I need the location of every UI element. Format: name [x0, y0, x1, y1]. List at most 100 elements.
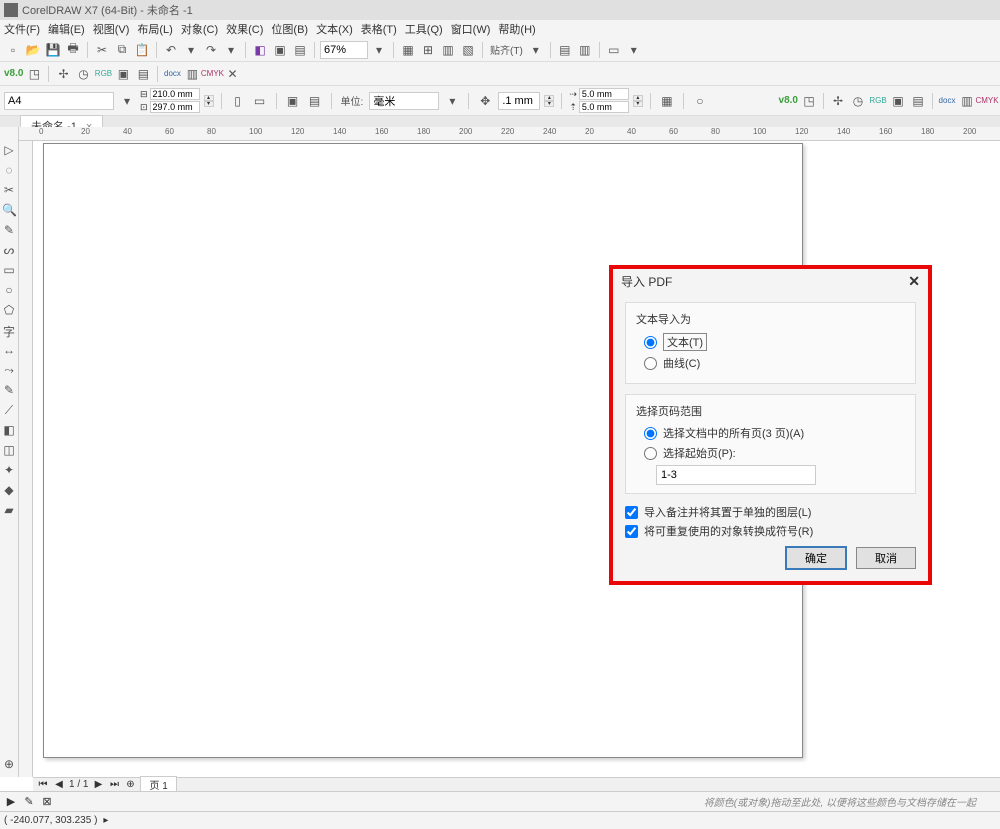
app-launcher-dropdown-icon[interactable]: ▾: [625, 41, 643, 59]
checkbox-comments[interactable]: [625, 506, 638, 519]
plugin2-icon-2[interactable]: ✢: [829, 92, 847, 110]
outline-none-icon[interactable]: ✎: [22, 795, 36, 809]
rulers-icon[interactable]: ⊞: [419, 41, 437, 59]
fill-tool-icon[interactable]: ▰: [2, 503, 16, 517]
plugin-icon-5[interactable]: ▤: [134, 65, 152, 83]
fullscreen-icon[interactable]: ▦: [399, 41, 417, 59]
menu-bitmap[interactable]: 位图(B): [271, 21, 308, 37]
options-icon[interactable]: ○: [691, 92, 709, 110]
zoom-input[interactable]: [320, 41, 368, 59]
dialog-close-icon[interactable]: ✕: [908, 273, 920, 290]
plugin2-icon-3[interactable]: ◷: [849, 92, 867, 110]
import-icon[interactable]: ◧: [251, 41, 269, 59]
print-icon[interactable]: 🖶: [64, 41, 82, 59]
dim-spinner[interactable]: ▴▾: [204, 95, 214, 107]
open-icon[interactable]: 📂: [24, 41, 42, 59]
undo-dropdown-icon[interactable]: ▾: [182, 41, 200, 59]
transparency-tool-icon[interactable]: ◫: [2, 443, 16, 457]
dropper-tool-icon[interactable]: ⟋: [2, 403, 16, 417]
snap-dropdown-icon[interactable]: ▾: [527, 41, 545, 59]
new-icon[interactable]: ▫: [4, 41, 22, 59]
menu-text[interactable]: 文本(X): [316, 21, 353, 37]
connector-tool-icon[interactable]: ⤳: [2, 363, 16, 377]
shape-tool-icon[interactable]: ◌: [2, 163, 16, 177]
menu-window[interactable]: 窗口(W): [451, 21, 491, 37]
next-page-icon[interactable]: ▶: [92, 779, 104, 790]
no-fill-icon[interactable]: ▶: [4, 795, 18, 809]
eyedropper-tool-icon[interactable]: ✦: [2, 463, 16, 477]
add-page-icon[interactable]: ⊕: [124, 779, 136, 790]
paste-icon[interactable]: 📋: [133, 41, 151, 59]
radio-allpages[interactable]: [644, 427, 657, 440]
menu-view[interactable]: 视图(V): [93, 21, 130, 37]
text-tool-icon[interactable]: 字: [2, 323, 16, 337]
page-width-input[interactable]: [150, 88, 200, 100]
plugin2-icon-1[interactable]: ◳: [800, 92, 818, 110]
dup-x-input[interactable]: [579, 88, 629, 100]
page-height-input[interactable]: [150, 101, 200, 113]
outline-tool-icon[interactable]: ◆: [2, 483, 16, 497]
cancel-button[interactable]: 取消: [856, 547, 916, 569]
pagesize-select[interactable]: [4, 92, 114, 110]
dup-spinner[interactable]: ▴▾: [633, 95, 643, 107]
treat-as-filled-icon[interactable]: ▦: [658, 92, 676, 110]
color-none-icon[interactable]: ⊠: [40, 795, 54, 809]
plugin-icon-1[interactable]: ◳: [25, 65, 43, 83]
last-page-icon[interactable]: ⏭: [108, 779, 120, 790]
unit-select[interactable]: [369, 92, 439, 110]
zoom-dropdown-icon[interactable]: ▾: [370, 41, 388, 59]
quick-customize-icon[interactable]: ⊕: [2, 757, 16, 771]
nudge-spinner[interactable]: ▴▾: [544, 95, 554, 107]
menu-table[interactable]: 表格(T): [361, 21, 397, 37]
radio-text[interactable]: [644, 336, 657, 349]
zoom-tool-icon[interactable]: 🔍: [2, 203, 16, 217]
ellipse-tool-icon[interactable]: ○: [2, 283, 16, 297]
unit-dropdown-icon[interactable]: ▾: [443, 92, 461, 110]
app-launcher-icon[interactable]: ▭: [605, 41, 623, 59]
plugin-rgb-icon[interactable]: RGB: [94, 65, 112, 83]
undo-icon[interactable]: ↶: [162, 41, 180, 59]
landscape-icon[interactable]: ▭: [251, 92, 269, 110]
menu-edit[interactable]: 编辑(E): [48, 21, 85, 37]
launch-icon[interactable]: ▥: [576, 41, 594, 59]
radio-startpage[interactable]: [644, 447, 657, 460]
plugin2-icon-5[interactable]: ▤: [909, 92, 927, 110]
currentpage-icon[interactable]: ▤: [306, 92, 324, 110]
portrait-icon[interactable]: ▯: [229, 92, 247, 110]
crop-tool-icon[interactable]: ✂: [2, 183, 16, 197]
nudge-input[interactable]: [498, 92, 540, 110]
page-range-input[interactable]: [656, 465, 816, 485]
plugin-cmyk-icon[interactable]: CMYK: [203, 65, 221, 83]
edit-fill-tool-icon[interactable]: ✎: [2, 383, 16, 397]
plugin-barcode-icon[interactable]: ▥: [183, 65, 201, 83]
plugin2-cmyk-icon[interactable]: CMYK: [978, 92, 996, 110]
plugin-icon-3[interactable]: ◷: [74, 65, 92, 83]
pick-tool-icon[interactable]: ▷: [2, 143, 16, 157]
plugin-icon-2[interactable]: ✢: [54, 65, 72, 83]
options-icon[interactable]: ▤: [556, 41, 574, 59]
plugin-docx-icon[interactable]: docx: [163, 65, 181, 83]
artistic-tool-icon[interactable]: ᔕ: [2, 243, 16, 257]
first-page-icon[interactable]: ⏮: [37, 779, 49, 790]
copy-icon[interactable]: ⧉: [113, 41, 131, 59]
prev-page-icon[interactable]: ◀: [53, 779, 65, 790]
grid-icon[interactable]: ▥: [439, 41, 457, 59]
dimension-tool-icon[interactable]: ↔: [2, 343, 16, 357]
menu-object[interactable]: 对象(C): [181, 21, 218, 37]
allpages-icon[interactable]: ▣: [284, 92, 302, 110]
plugin-icon-6[interactable]: ✕: [223, 65, 241, 83]
plugin2-docx-icon[interactable]: docx: [938, 92, 956, 110]
plugin-icon-4[interactable]: ▣: [114, 65, 132, 83]
save-icon[interactable]: 💾: [44, 41, 62, 59]
plugin2-icon-4[interactable]: ▣: [889, 92, 907, 110]
plugin2-barcode-icon[interactable]: ▥: [958, 92, 976, 110]
freehand-tool-icon[interactable]: ✎: [2, 223, 16, 237]
menu-tools[interactable]: 工具(Q): [405, 21, 443, 37]
menu-file[interactable]: 文件(F): [4, 21, 40, 37]
publish-icon[interactable]: ▤: [291, 41, 309, 59]
menu-effects[interactable]: 效果(C): [226, 21, 263, 37]
pagesize-dropdown-icon[interactable]: ▾: [118, 92, 136, 110]
polygon-tool-icon[interactable]: ⬠: [2, 303, 16, 317]
export-icon[interactable]: ▣: [271, 41, 289, 59]
menu-layout[interactable]: 布局(L): [137, 21, 172, 37]
